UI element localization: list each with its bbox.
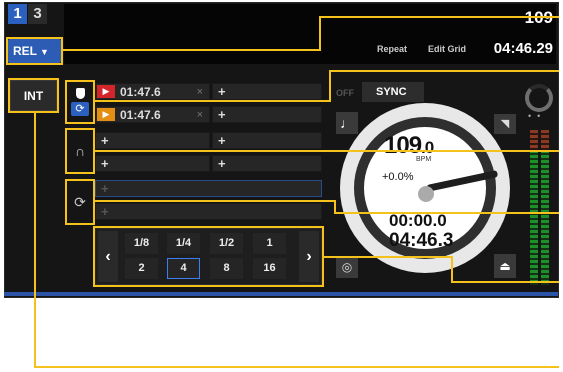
callout-cue-mode <box>65 80 95 124</box>
track-time: 04:46.29 <box>493 40 553 57</box>
add-loop-icon[interactable]: + <box>101 204 109 219</box>
add-cue-icon[interactable]: + <box>101 156 109 171</box>
callout-int <box>8 78 59 113</box>
track-info-area <box>64 4 556 64</box>
add-cue-icon[interactable]: + <box>218 156 226 171</box>
repeat-button[interactable]: Repeat <box>377 44 407 54</box>
cue-time: 01:47.6 <box>120 85 161 99</box>
gauge-icon[interactable]: ◎ <box>336 256 358 278</box>
loop-slot-2[interactable]: + <box>95 203 322 220</box>
cue-slot-8[interactable]: + <box>212 155 322 172</box>
cue-slot-1[interactable]: ▶ 01:47.6 × <box>95 83 210 100</box>
callout-line <box>451 256 453 282</box>
callout-line <box>329 70 331 102</box>
cue-slot-5[interactable]: + <box>212 83 322 100</box>
eject-icon[interactable]: ⏏ <box>494 254 516 278</box>
callout-line <box>34 366 559 368</box>
level-meter-clip-left <box>530 130 538 150</box>
remaining-time: 04:46.3 <box>389 230 454 251</box>
sync-off-label[interactable]: OFF <box>336 88 354 98</box>
bpm-whole: 109 <box>384 132 422 159</box>
callout-loop-length <box>93 226 324 287</box>
callout-line <box>95 150 559 152</box>
elapsed-time: 00:00.0 <box>389 211 447 230</box>
callout-line <box>34 113 36 368</box>
cue-slot-7[interactable]: + <box>212 132 322 149</box>
note-icon[interactable]: ♩ <box>336 112 358 134</box>
deck-bottom-edge <box>4 292 558 296</box>
platter-hub <box>418 186 434 202</box>
callout-line <box>324 256 452 258</box>
pitch-value: +0.0% <box>382 171 414 183</box>
play-icon[interactable]: ▶ <box>97 85 115 98</box>
callout-line <box>63 49 321 51</box>
sync-button[interactable]: SYNC <box>362 82 424 102</box>
add-cue-icon[interactable]: + <box>218 107 226 122</box>
bpm-display: 109 <box>525 8 553 28</box>
deck-3-button[interactable]: 3 <box>28 4 47 24</box>
cue-slot-2[interactable]: ▶ 01:47.6 × <box>95 106 210 123</box>
callout-line <box>329 70 559 72</box>
cue-time: 01:47.6 <box>120 108 161 122</box>
add-cue-icon[interactable]: + <box>218 133 226 148</box>
callout-line <box>319 16 559 18</box>
remove-cue-icon[interactable]: × <box>197 85 203 99</box>
bpm-unit-label: BPM <box>416 156 432 163</box>
level-meter-clip-right <box>541 130 549 150</box>
level-meter-right <box>541 150 549 285</box>
triangle-icon[interactable]: ◥ <box>494 114 516 134</box>
bpm-decimal: .0 <box>421 138 434 157</box>
callout-line <box>334 212 559 214</box>
callout-line <box>95 100 331 102</box>
add-cue-icon[interactable]: + <box>218 84 226 99</box>
level-meter-left <box>530 150 538 285</box>
cue-slot-6[interactable]: + <box>212 106 322 123</box>
add-loop-icon[interactable]: + <box>101 181 109 196</box>
callout-headphone <box>65 128 95 174</box>
knob-dots: •• <box>528 111 547 121</box>
cue-slot-4[interactable]: + <box>95 155 210 172</box>
edit-grid-button[interactable]: Edit Grid <box>428 44 466 54</box>
add-cue-icon[interactable]: + <box>101 133 109 148</box>
callout-line <box>451 281 559 283</box>
deck-1-button[interactable]: 1 <box>8 4 27 24</box>
callout-line <box>319 16 321 51</box>
remove-cue-icon[interactable]: × <box>197 108 203 122</box>
play-icon[interactable]: ▶ <box>97 108 115 121</box>
loop-slot-1[interactable]: + <box>95 180 322 197</box>
cue-slot-3[interactable]: + <box>95 132 210 149</box>
gain-knob[interactable] <box>525 84 553 112</box>
callout-line <box>95 200 335 202</box>
callout-loop <box>65 179 95 225</box>
callout-rel <box>6 37 63 65</box>
